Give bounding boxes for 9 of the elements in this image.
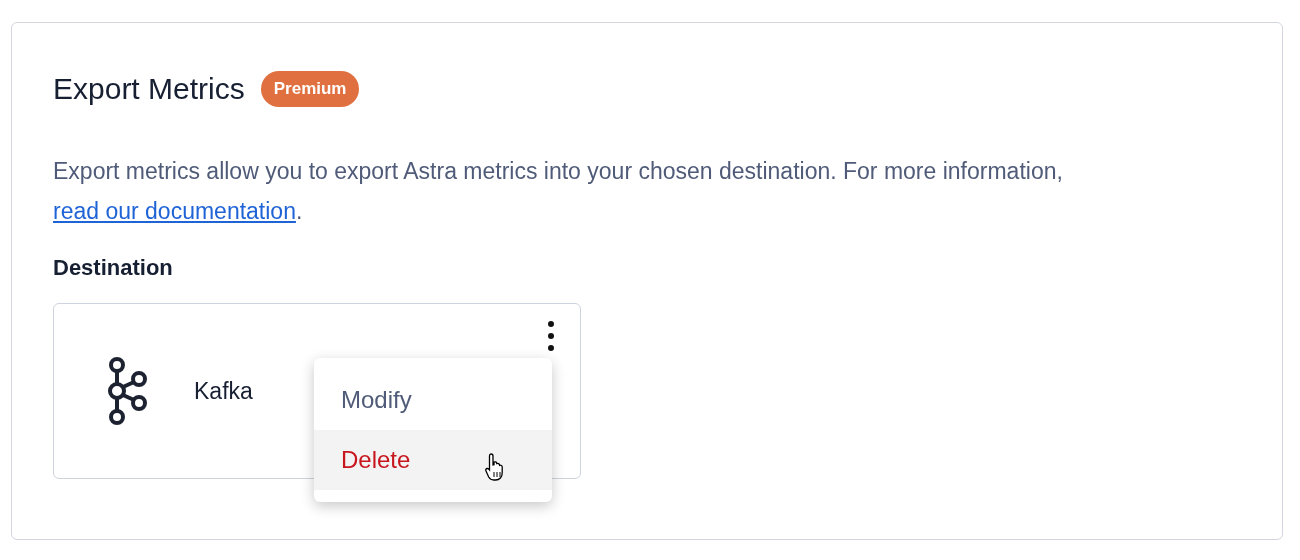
description-text: Export metrics allow you to export Astra metrics into your chosen destination. For more information, read our documentation. <box>53 157 1064 226</box>
panel-title: Export Metrics <box>53 71 245 107</box>
menu-item[interactable]: Modify <box>314 370 552 430</box>
section-label: Destination <box>53 254 174 282</box>
more-options-icon[interactable] <box>548 321 554 351</box>
menu-item[interactable]: Delete <box>314 430 552 490</box>
documentation-link[interactable]: read our documentation <box>53 198 296 224</box>
destination-name: Kafka <box>194 376 253 406</box>
premium-badge: Premium <box>260 71 360 107</box>
